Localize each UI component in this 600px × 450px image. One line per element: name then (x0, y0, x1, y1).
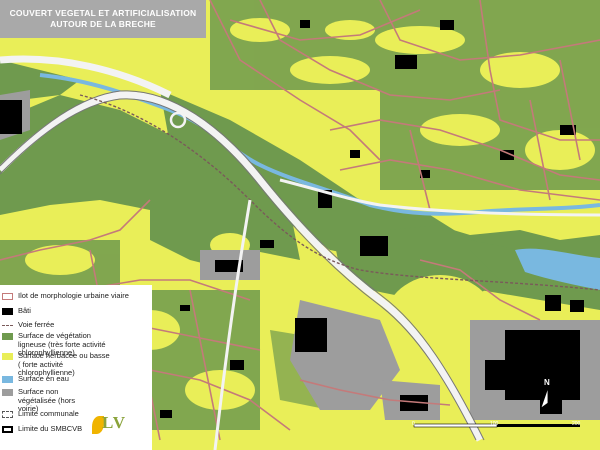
legend-item-voie-ferree: Voie ferrée (2, 320, 55, 330)
map-canvas: COUVERT VEGETAL ET ARTIFICIALISATION AUT… (0, 0, 600, 450)
legend-item-limite-smbcvb: Limite du SMBCVB (2, 424, 83, 434)
legend-label: Limite du SMBCVB (18, 424, 83, 433)
scale-tick-0: 0 (412, 421, 415, 427)
green-fill-icon (2, 333, 13, 340)
grey-fill-icon (2, 389, 13, 396)
legend-item-ilot: Ilot de morphologie urbaine viaire (2, 291, 129, 301)
legend-item-bati: Bâti (2, 306, 31, 316)
scale-tick-200: 200 (572, 421, 581, 427)
scale-tick-100: 100 (490, 421, 499, 427)
legend-label: Limite communale (18, 409, 79, 418)
yellow-fill-icon (2, 353, 13, 360)
logo-text: LV (102, 413, 127, 432)
legend-label: Bâti (18, 306, 31, 315)
map-title-line2: AUTOUR DE LA BRECHE (50, 19, 156, 29)
north-arrow: N (538, 378, 558, 412)
legend-item-eau: Surface en eau (2, 374, 69, 384)
north-arrow-icon (540, 387, 556, 409)
scale-bar: 0 100 200 (412, 421, 582, 435)
olv-logo: LV (92, 412, 136, 438)
black-fill-icon (2, 308, 13, 315)
blue-fill-icon (2, 376, 13, 383)
map-title-line1: COUVERT VEGETAL ET ARTIFICIALISATION (9, 8, 197, 18)
thick-box-icon (2, 426, 13, 433)
legend-item-limite-communale: Limite communale (2, 409, 79, 419)
map-title: COUVERT VEGETAL ET ARTIFICIALISATION AUT… (0, 0, 206, 38)
rail-line-icon (2, 325, 13, 326)
legend-label: Ilot de morphologie urbaine viaire (18, 291, 129, 300)
legend-label: Voie ferrée (18, 320, 55, 329)
legend-label: Surface en eau (18, 374, 69, 383)
outline-box-icon (2, 293, 13, 300)
dashed-box-icon (2, 411, 13, 418)
